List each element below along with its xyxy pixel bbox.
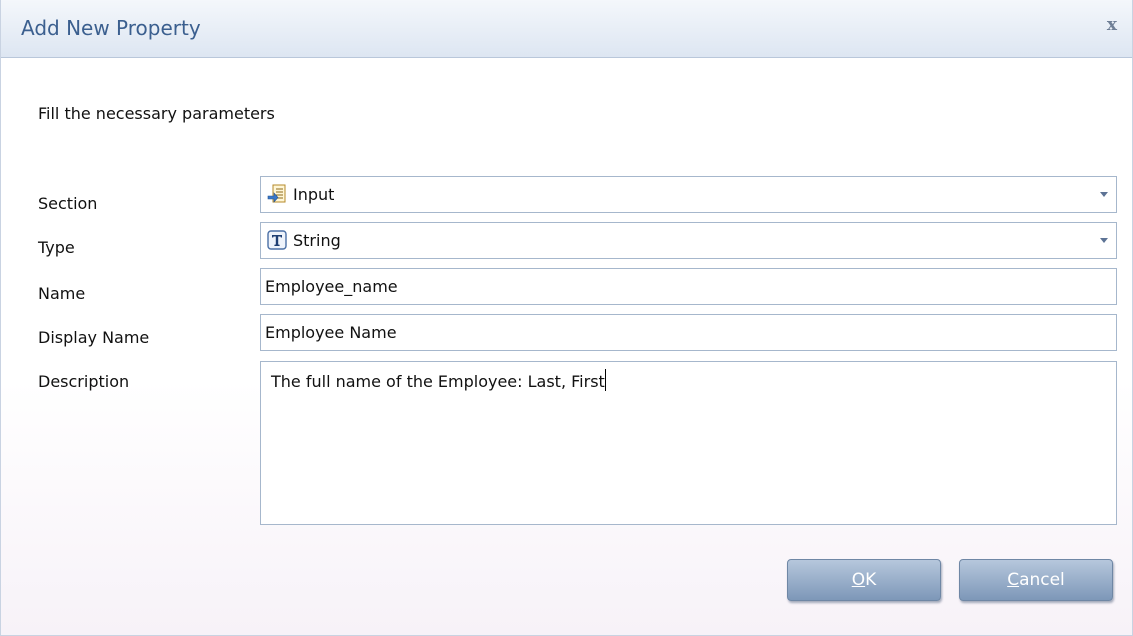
type-select[interactable]: String xyxy=(260,222,1117,259)
type-value: String xyxy=(293,231,341,250)
ok-label-rest: K xyxy=(865,570,877,590)
display-name-label: Display Name xyxy=(38,328,150,347)
instructions-text: Fill the necessary parameters xyxy=(38,104,275,123)
dropdown-arrow-icon[interactable] xyxy=(1100,192,1108,197)
description-textarea[interactable]: The full name of the Employee: Last, Fir… xyxy=(260,361,1117,525)
add-property-dialog: Add New Property x Fill the necessary pa… xyxy=(0,0,1133,636)
section-label: Section xyxy=(38,194,98,213)
display-name-input-value: Employee Name xyxy=(265,323,397,342)
section-select[interactable]: Input xyxy=(260,176,1117,213)
text-caret xyxy=(604,369,606,391)
description-label: Description xyxy=(38,372,130,391)
cancel-accelerator: C xyxy=(1007,570,1020,590)
close-icon[interactable]: x xyxy=(1102,14,1122,36)
input-section-icon xyxy=(267,184,287,204)
display-name-input[interactable]: Employee Name xyxy=(260,314,1117,351)
section-value: Input xyxy=(293,185,335,204)
string-type-icon xyxy=(267,230,287,250)
ok-button[interactable]: OK xyxy=(787,559,941,601)
name-input-value: Employee_name xyxy=(265,277,398,296)
dialog-title: Add New Property xyxy=(21,16,201,40)
type-label: Type xyxy=(38,238,75,257)
description-text: The full name of the Employee: Last, Fir… xyxy=(271,372,605,391)
name-label: Name xyxy=(38,284,86,303)
cancel-button[interactable]: Cancel xyxy=(959,559,1113,601)
dialog-titlebar[interactable]: Add New Property x xyxy=(1,0,1132,58)
name-input[interactable]: Employee_name xyxy=(260,268,1117,305)
cancel-label-rest: ancel xyxy=(1019,570,1065,590)
ok-accelerator: O xyxy=(851,570,866,590)
dropdown-arrow-icon[interactable] xyxy=(1100,238,1108,243)
